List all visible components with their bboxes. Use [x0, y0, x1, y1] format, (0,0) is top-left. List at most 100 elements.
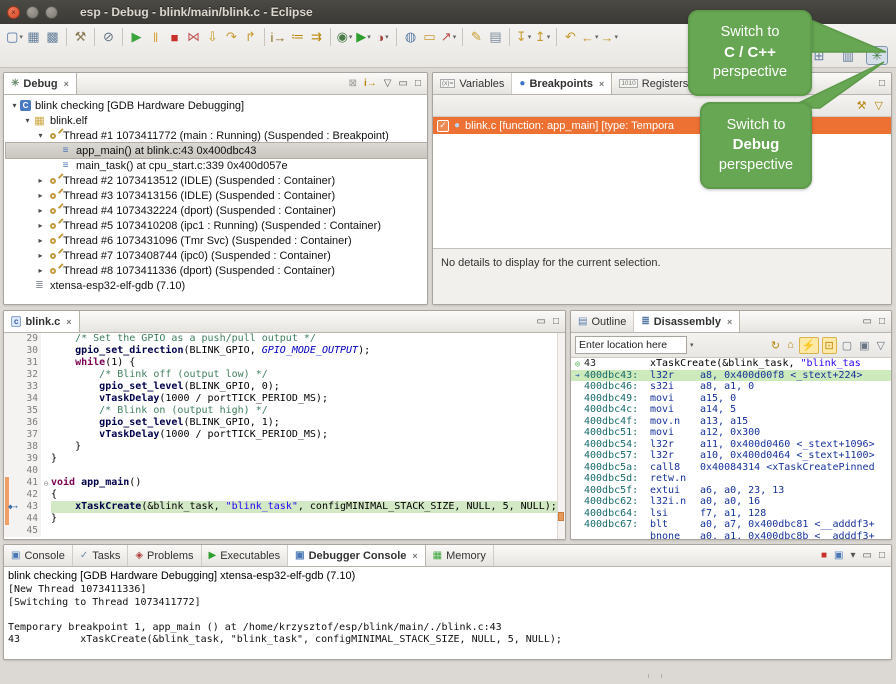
tree-arrow-icon[interactable]: ▸: [35, 221, 46, 230]
skip-all-breakpoints-icon[interactable]: ⊘: [100, 27, 117, 47]
editor-margin[interactable]: [4, 369, 17, 381]
debug-tree-row[interactable]: ▾▦blink.elf: [6, 113, 427, 128]
debug-tree-row[interactable]: ▸Thread #8 1073411336 (dport) (Suspended…: [6, 263, 427, 278]
tree-arrow-icon[interactable]: ▾: [9, 101, 20, 110]
debug-tree-row[interactable]: ▸Thread #4 1073432224 (dport) (Suspended…: [6, 203, 427, 218]
refresh-icon[interactable]: ↻: [769, 338, 782, 353]
tab-disassembly[interactable]: ≣Disassembly×: [634, 311, 740, 332]
step-return-icon[interactable]: ↱: [242, 27, 259, 47]
minimize-icon[interactable]: ▭: [863, 316, 872, 327]
editor-margin[interactable]: [4, 429, 17, 441]
breakpoint-checkbox[interactable]: ✓: [437, 120, 449, 132]
forward-icon[interactable]: →▾: [601, 27, 619, 47]
dropdown-icon[interactable]: ▾: [453, 33, 457, 41]
back-icon[interactable]: ←▾: [581, 27, 599, 47]
tab-tasks[interactable]: ✓Tasks: [73, 545, 129, 566]
terminate-icon[interactable]: ■: [821, 550, 827, 561]
editor-margin[interactable]: [4, 405, 17, 417]
tree-arrow-icon[interactable]: ▸: [35, 266, 46, 275]
dropdown-icon[interactable]: ▾: [385, 33, 389, 41]
save-icon[interactable]: ▦: [25, 27, 42, 47]
maximize-icon[interactable]: □: [415, 78, 421, 89]
tab-registers[interactable]: 1010Registers: [612, 73, 696, 94]
instruction-stepping-icon[interactable]: i→: [364, 78, 377, 89]
maximize-icon[interactable]: □: [553, 316, 559, 327]
tree-arrow-icon[interactable]: ▸: [35, 251, 46, 260]
home-icon[interactable]: ⌂: [785, 338, 796, 352]
next-annotation-icon[interactable]: ↧▾: [515, 27, 532, 47]
editor-margin[interactable]: [4, 441, 17, 453]
editor-margin[interactable]: [4, 393, 17, 405]
window-maximize-button[interactable]: [45, 6, 58, 19]
window-minimize-button[interactable]: [26, 6, 39, 19]
console-output[interactable]: blink checking [GDB Hardware Debugging] …: [4, 567, 891, 659]
dropdown-icon[interactable]: ▾: [367, 33, 371, 41]
debug-tree-row[interactable]: ▸Thread #6 1073431096 (Tmr Svc) (Suspend…: [6, 233, 427, 248]
editor-margin[interactable]: [4, 345, 17, 357]
menu-icon[interactable]: ▽: [875, 338, 887, 353]
debug-perspective-icon[interactable]: ✳: [866, 46, 888, 65]
debug-tree-row[interactable]: ▸Thread #3 1073413156 (IDLE) (Suspended …: [6, 188, 427, 203]
disconnect-icon[interactable]: ⋈: [185, 27, 202, 47]
overview-ruler[interactable]: [557, 333, 565, 539]
show-debug-sources-icon[interactable]: ≔: [289, 27, 306, 47]
tree-arrow-icon[interactable]: ▸: [35, 176, 46, 185]
tree-arrow-icon[interactable]: ▾: [22, 116, 33, 125]
step-over-icon[interactable]: ↷: [223, 27, 240, 47]
disassembly-listing[interactable]: ◎43xTaskCreate(&blink_task, "blink_tas➔4…: [571, 358, 891, 539]
build-icon[interactable]: ⚒: [72, 27, 89, 47]
tree-arrow-icon[interactable]: ▾: [35, 131, 46, 140]
editor-margin[interactable]: [4, 477, 17, 489]
close-icon[interactable]: ×: [412, 551, 417, 561]
tab-problems[interactable]: ◈Problems: [128, 545, 201, 566]
link-active-context-icon[interactable]: ⚡: [799, 337, 819, 354]
editor-margin[interactable]: [4, 417, 17, 429]
link-with-debug-icon[interactable]: ⚒: [857, 99, 867, 112]
editor-margin[interactable]: [4, 465, 17, 477]
display-console-icon[interactable]: ▣: [834, 550, 843, 561]
last-edit-location-icon[interactable]: ↶: [562, 27, 579, 47]
externalize-icon[interactable]: ▤: [487, 27, 504, 47]
remove-terminated-icon[interactable]: ⊠: [349, 78, 357, 89]
debug-icon[interactable]: ◉▾: [336, 27, 353, 47]
editor-margin[interactable]: [4, 381, 17, 393]
code-editor[interactable]: 29 /* Set the GPIO as a push/pull output…: [4, 333, 565, 539]
debug-tree-row[interactable]: ▸Thread #7 1073408744 (ipc0) (Suspended …: [6, 248, 427, 263]
breakpoint-row[interactable]: ✓ ● blink.c [function: app_main] [type: …: [433, 117, 891, 134]
resume-icon[interactable]: ▶: [128, 27, 145, 47]
location-dropdown-icon[interactable]: ▾: [690, 341, 694, 349]
launch-config-icon[interactable]: ↗▾: [440, 27, 457, 47]
track-expression-icon[interactable]: ⊡: [822, 337, 837, 354]
tab-outline[interactable]: ▤Outline: [571, 311, 634, 332]
debug-tree-row[interactable]: ≡main_task() at cpu_start.c:339 0x400d05…: [6, 158, 427, 173]
location-input[interactable]: [575, 336, 687, 354]
tab-console[interactable]: ▣Console: [4, 545, 73, 566]
close-icon[interactable]: ×: [727, 317, 732, 327]
tab-debug[interactable]: ✳ Debug ×: [4, 73, 77, 94]
debug-tree-row[interactable]: ≡app_main() at blink.c:43 0x400dbc43: [6, 143, 427, 158]
current-instruction-pointer-icon[interactable]: ◆→: [8, 502, 18, 512]
editor-margin[interactable]: [4, 513, 17, 525]
tab-debugger-console[interactable]: ▣Debugger Console×: [288, 545, 426, 566]
dropdown-icon[interactable]: ▾: [850, 550, 855, 561]
format-icon[interactable]: ✎: [468, 27, 485, 47]
minimize-icon[interactable]: ▭: [537, 316, 546, 327]
editor-margin[interactable]: [4, 525, 17, 537]
dropdown-icon[interactable]: ▾: [19, 33, 23, 41]
tree-arrow-icon[interactable]: ▸: [35, 236, 46, 245]
minimize-icon[interactable]: ▭: [399, 78, 408, 89]
tab-blink-c[interactable]: c blink.c ×: [4, 311, 80, 332]
instruction-stepping-icon[interactable]: i→: [270, 27, 287, 47]
bottom-sash[interactable]: [648, 674, 662, 678]
debug-tree-row[interactable]: ≣xtensa-esp32-elf-gdb (7.10): [6, 278, 427, 293]
debug-tree-row[interactable]: ▸Thread #2 1073413512 (IDLE) (Suspended …: [6, 173, 427, 188]
pin-icon[interactable]: ▣: [857, 338, 871, 353]
tab-executables[interactable]: ▶Executables: [202, 545, 289, 566]
tab-breakpoints[interactable]: ●Breakpoints×: [512, 73, 612, 94]
tab-memory[interactable]: ▦Memory: [426, 545, 494, 566]
dropdown-icon[interactable]: ▾: [349, 33, 353, 41]
new-view-icon[interactable]: ▢: [840, 338, 854, 353]
menu-icon[interactable]: ▽: [875, 99, 883, 112]
editor-margin[interactable]: [4, 489, 17, 501]
coverage-icon[interactable]: ◑▾: [374, 27, 391, 47]
